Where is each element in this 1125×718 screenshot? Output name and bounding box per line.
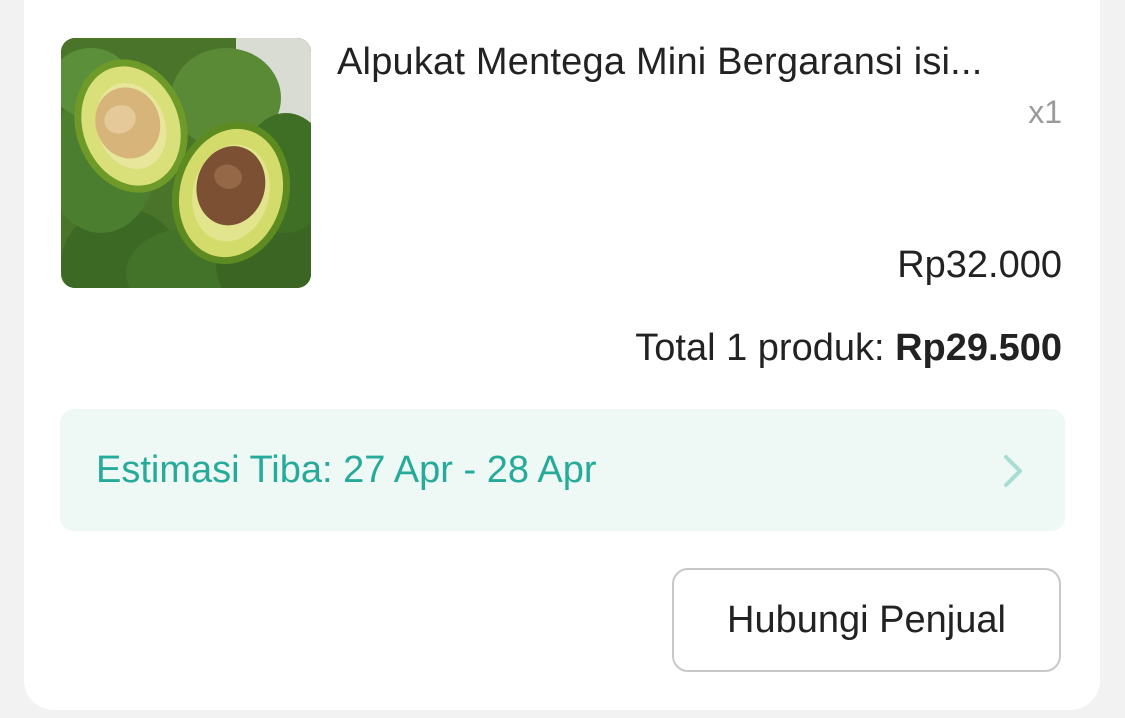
product-image[interactable] bbox=[61, 38, 311, 288]
delivery-estimate-label: Estimasi Tiba: 27 Apr - 28 Apr bbox=[96, 449, 597, 491]
contact-seller-button[interactable]: Hubungi Penjual bbox=[672, 568, 1061, 672]
chevron-right-icon bbox=[1004, 455, 1022, 487]
order-total-label: Total 1 produk: bbox=[635, 327, 896, 369]
avocado-image-icon bbox=[61, 38, 311, 288]
order-total: Total 1 produk: Rp29.500 bbox=[635, 325, 1062, 371]
product-name[interactable]: Alpukat Mentega Mini Bergaransi isi... bbox=[337, 39, 1067, 85]
delivery-estimate-row[interactable]: Estimasi Tiba: 27 Apr - 28 Apr bbox=[60, 409, 1065, 531]
product-price: Rp32.000 bbox=[897, 244, 1062, 286]
product-quantity: x1 bbox=[1028, 94, 1062, 130]
order-total-amount: Rp29.500 bbox=[895, 327, 1062, 369]
